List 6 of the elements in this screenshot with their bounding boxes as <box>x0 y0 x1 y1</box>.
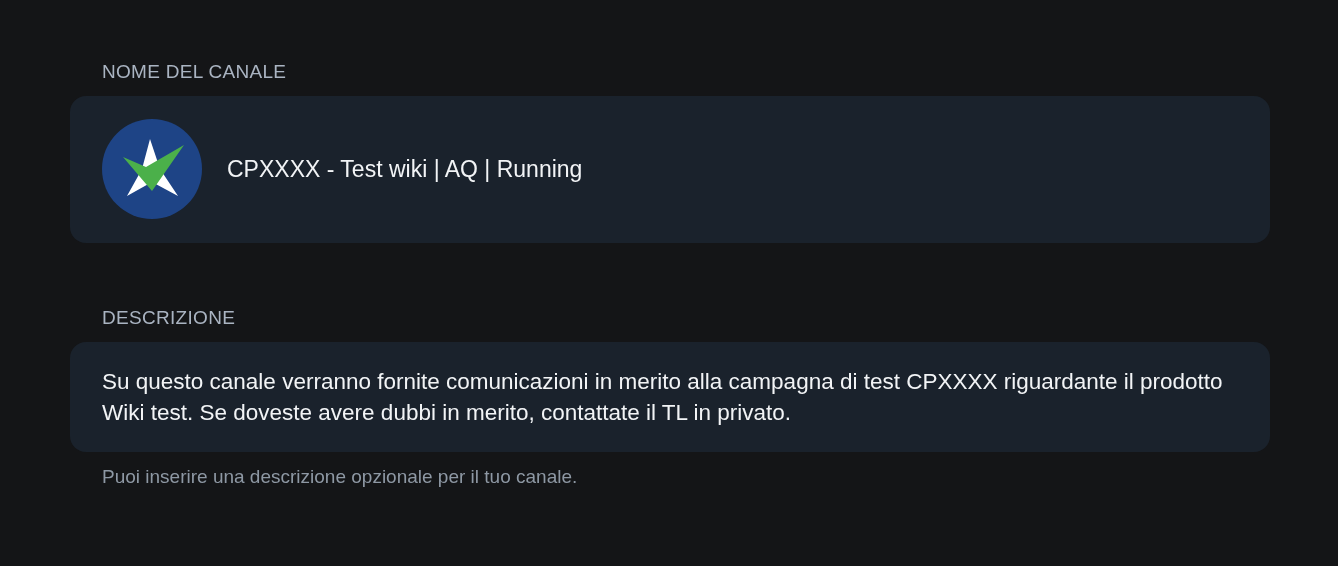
section-label: NOME DEL CANALE <box>102 60 287 84</box>
star-checkmark-icon <box>102 119 202 219</box>
channel-name-field[interactable]: CPXXXX - Test wiki | AQ | Running <box>227 155 583 183</box>
description-field[interactable]: Su questo canale verranno fornite comunicazioni in merito alla campagna di test CPXXXX riguardante il prodotto Wiki test. Se doveste avere dubbi in merito, contattate il TL in privato. <box>70 342 1270 452</box>
section-label: DESCRIZIONE <box>102 306 236 330</box>
hint-text: Puoi inserire una descrizione opzionale per il tuo canale. <box>102 466 578 488</box>
